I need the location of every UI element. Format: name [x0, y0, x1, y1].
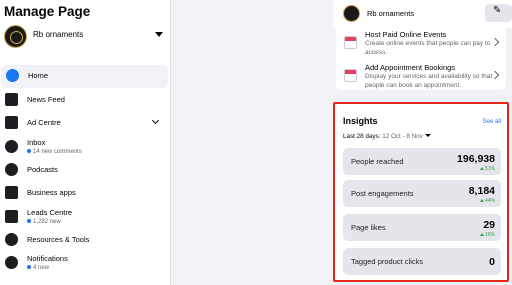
metric-post-engagements[interactable]: Post engagements 8,184 44% — [343, 180, 501, 207]
date-range-label: Last 28 days: — [343, 133, 381, 140]
metric-label: Tagged product clicks — [351, 257, 424, 266]
sidebar-title: Manage Page — [4, 4, 91, 19]
sidebar-item-notifications[interactable]: Notifications 4 new — [0, 252, 170, 275]
metric-page-likes[interactable]: Page likes 29 16% — [343, 214, 501, 241]
sidebar-item-label: Leads Centre — [27, 208, 73, 217]
arrow-up-icon — [479, 233, 484, 236]
sidebar-item-sub: 1,282 new — [27, 219, 61, 225]
caret-down-icon — [424, 134, 431, 137]
sidebar-item-podcasts[interactable]: Podcasts — [0, 159, 170, 182]
metric-people-reached[interactable]: People reached 196,938 51% — [343, 148, 501, 175]
sidebar-item-label: Business apps — [27, 188, 76, 197]
page-avatar — [4, 25, 27, 48]
chevron-down-icon — [151, 116, 160, 125]
sidebar-item-home[interactable]: Home — [1, 65, 168, 88]
sidebar-item-ad-centre[interactable]: Ad Centre — [0, 112, 170, 135]
sidebar-item-sub: 14 new comments — [27, 149, 82, 155]
info-icon — [5, 233, 18, 246]
metric-label: Page likes — [351, 223, 386, 232]
sidebar-item-resources[interactable]: Resources & Tools — [0, 229, 170, 252]
see-all-link[interactable]: See all — [483, 119, 501, 125]
metric-label: Post engagements — [351, 189, 414, 198]
megaphone-icon — [5, 116, 18, 129]
promo-item-title: Add Appointment Bookings — [365, 63, 456, 72]
promo-item-title: Host Paid Online Events — [365, 30, 447, 39]
inbox-icon — [5, 140, 18, 153]
insights-card: Insights See all Last 28 days: 12 Oct - … — [333, 102, 509, 282]
bell-icon — [5, 256, 18, 269]
page-selector[interactable]: Rb ornaments — [4, 25, 167, 51]
header-page-name: Rb ornaments — [367, 9, 415, 18]
sidebar-item-sub: 4 new — [27, 265, 49, 271]
cube-icon — [5, 186, 18, 199]
header-avatar — [343, 5, 360, 22]
promo-item-desc: Display your services and availability s… — [365, 73, 493, 89]
sidebar-item-leads-centre[interactable]: Leads Centre 1,282 new — [0, 206, 170, 229]
sidebar-item-label: Inbox — [27, 138, 46, 147]
metric-value: 0 — [489, 256, 495, 268]
insights-title: Insights — [343, 116, 378, 126]
metric-change: 16% — [479, 232, 495, 238]
promo-item-desc: Create online events that people can pay… — [365, 40, 491, 56]
arrow-up-icon — [479, 199, 484, 202]
date-range-value: 12 Oct - 8 Nov — [382, 133, 423, 140]
arrow-up-icon — [479, 167, 484, 170]
edit-button[interactable]: ✎ — [485, 4, 512, 22]
page-selector-name: Rb ornaments — [33, 30, 84, 39]
sidebar-item-business-apps[interactable]: Business apps — [0, 182, 170, 205]
calendar-icon — [344, 36, 357, 49]
sidebar: Manage Page Rb ornaments Home News Feed … — [0, 0, 171, 285]
sidebar-item-inbox[interactable]: Inbox 14 new comments — [0, 136, 170, 159]
caret-down-icon — [155, 32, 163, 37]
metric-change: 51% — [479, 166, 495, 172]
calendar-icon — [344, 69, 357, 82]
metric-change: 44% — [479, 198, 495, 204]
date-range-selector[interactable]: Last 28 days: 12 Oct - 8 Nov — [343, 133, 431, 140]
metric-label: People reached — [351, 157, 404, 166]
news-feed-icon — [5, 93, 18, 106]
promo-item-appointments[interactable]: Add Appointment Bookings Display your se… — [336, 63, 506, 93]
pencil-icon: ✎ — [493, 5, 502, 16]
home-icon — [6, 69, 19, 82]
promo-card: Host Paid Online Events Create online ev… — [336, 28, 506, 90]
sidebar-item-label: Ad Centre — [27, 118, 61, 127]
leads-icon — [5, 210, 18, 223]
page-header: Rb ornaments ✎ — [333, 0, 512, 28]
promo-item-paid-events[interactable]: Host Paid Online Events Create online ev… — [336, 30, 506, 60]
sidebar-item-news-feed[interactable]: News Feed — [0, 89, 170, 112]
metric-tagged-product-clicks[interactable]: Tagged product clicks 0 — [343, 248, 501, 275]
sidebar-item-label: News Feed — [27, 95, 65, 104]
podcast-icon — [5, 163, 18, 176]
metric-value: 29 — [483, 219, 495, 231]
sidebar-item-label: Podcasts — [27, 165, 58, 174]
sidebar-item-label: Resources & Tools — [27, 235, 90, 244]
sidebar-item-label: Home — [28, 71, 49, 80]
metric-value: 196,938 — [457, 153, 495, 165]
sidebar-item-label: Notifications — [27, 254, 68, 263]
metric-value: 8,184 — [468, 185, 495, 197]
